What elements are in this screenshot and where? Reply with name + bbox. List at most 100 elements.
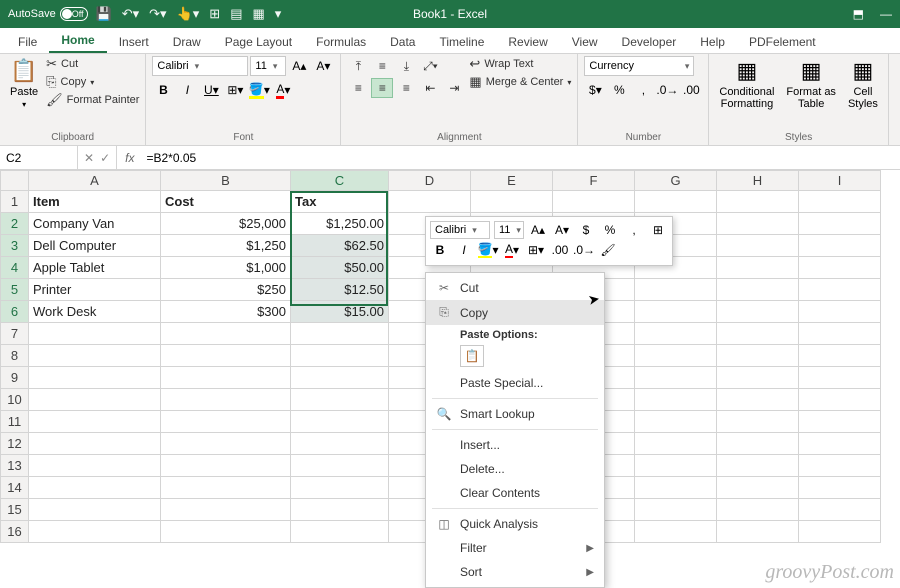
cell[interactable]: $250 [161, 279, 291, 301]
cell[interactable] [291, 499, 389, 521]
cell[interactable]: $12.50 [291, 279, 389, 301]
context-clear-contents[interactable]: Clear Contents [426, 481, 604, 505]
cell[interactable] [635, 367, 717, 389]
orientation-icon[interactable]: ⤢▾ [419, 56, 441, 76]
align-right-icon[interactable]: ≡ [395, 78, 417, 98]
cell[interactable] [635, 301, 717, 323]
align-middle-icon[interactable]: ≡ [371, 56, 393, 76]
redo-icon[interactable]: ↷▾ [149, 6, 166, 22]
mini-fill-icon[interactable]: 🪣▾ [478, 241, 498, 259]
row-header[interactable]: 5 [1, 279, 29, 301]
cell[interactable] [161, 521, 291, 543]
cell[interactable] [799, 191, 881, 213]
qat-more-icon[interactable]: ▾ [275, 6, 282, 22]
row-header[interactable]: 10 [1, 389, 29, 411]
tab-data[interactable]: Data [378, 31, 427, 53]
row-header[interactable]: 9 [1, 367, 29, 389]
cell[interactable] [799, 279, 881, 301]
tab-formulas[interactable]: Formulas [304, 31, 378, 53]
cell-styles-button[interactable]: ▦Cell Styles [844, 56, 882, 130]
cell[interactable] [291, 455, 389, 477]
enter-formula-icon[interactable]: ✓ [100, 151, 110, 165]
col-header-d[interactable]: D [389, 171, 471, 191]
cut-button[interactable]: ✂Cut [46, 56, 139, 72]
mini-bold-icon[interactable]: B [430, 241, 450, 259]
cell[interactable] [161, 477, 291, 499]
row-header[interactable]: 14 [1, 477, 29, 499]
col-header-e[interactable]: E [471, 171, 553, 191]
cell[interactable] [717, 367, 799, 389]
cell[interactable] [161, 433, 291, 455]
cell[interactable] [717, 521, 799, 543]
cell[interactable] [717, 213, 799, 235]
select-all-corner[interactable] [1, 171, 29, 191]
tab-timeline[interactable]: Timeline [427, 31, 496, 53]
mini-comma-icon[interactable]: , [624, 221, 644, 239]
align-left-icon[interactable]: ≡ [347, 78, 369, 98]
cell[interactable] [635, 521, 717, 543]
touch-icon[interactable]: 👆▾ [177, 6, 200, 22]
context-smart-lookup[interactable]: 🔍Smart Lookup [426, 402, 604, 426]
cell[interactable] [29, 455, 161, 477]
formula-input[interactable]: =B2*0.05 [142, 151, 200, 165]
mini-decrease-font-icon[interactable]: A▾ [552, 221, 572, 239]
cell[interactable]: $15.00 [291, 301, 389, 323]
wrap-text-button[interactable]: ↩Wrap Text [469, 56, 571, 72]
cell[interactable] [291, 389, 389, 411]
context-filter[interactable]: Filter▶ [426, 536, 604, 560]
tab-help[interactable]: Help [688, 31, 737, 53]
col-header-b[interactable]: B [161, 171, 291, 191]
tab-developer[interactable]: Developer [610, 31, 689, 53]
context-delete[interactable]: Delete... [426, 457, 604, 481]
copy-button[interactable]: ⎘Copy▾ [46, 74, 139, 90]
cell[interactable]: Item [29, 191, 161, 213]
mini-font-select[interactable]: Calibri▾ [430, 221, 490, 239]
decrease-font-icon[interactable]: A▾ [312, 56, 334, 76]
cell[interactable]: $1,250 [161, 235, 291, 257]
row-header[interactable]: 1 [1, 191, 29, 213]
cell[interactable] [291, 411, 389, 433]
row-header[interactable]: 15 [1, 499, 29, 521]
col-header-c[interactable]: C [291, 171, 389, 191]
cell[interactable] [389, 191, 471, 213]
format-as-table-button[interactable]: ▦Format as Table [782, 56, 840, 130]
cell[interactable] [717, 257, 799, 279]
cell[interactable] [29, 323, 161, 345]
cell[interactable] [291, 521, 389, 543]
row-header[interactable]: 2 [1, 213, 29, 235]
cell[interactable] [291, 433, 389, 455]
cell[interactable] [29, 433, 161, 455]
cell[interactable] [717, 389, 799, 411]
cell[interactable] [291, 367, 389, 389]
bold-button[interactable]: B [152, 80, 174, 100]
cancel-formula-icon[interactable]: ✕ [84, 151, 94, 165]
row-header[interactable]: 7 [1, 323, 29, 345]
context-copy[interactable]: ⎘Copy [426, 300, 604, 325]
ribbon-options-icon[interactable]: ⬒ [853, 7, 864, 21]
cell[interactable] [717, 477, 799, 499]
row-header[interactable]: 11 [1, 411, 29, 433]
percent-format-icon[interactable]: % [608, 80, 630, 100]
cell[interactable]: Company Van [29, 213, 161, 235]
row-header[interactable]: 13 [1, 455, 29, 477]
cell[interactable] [717, 301, 799, 323]
decrease-decimal-icon[interactable]: .00 [680, 80, 702, 100]
cell[interactable] [799, 521, 881, 543]
tab-page-layout[interactable]: Page Layout [213, 31, 304, 53]
cell[interactable]: $300 [161, 301, 291, 323]
cell[interactable] [799, 455, 881, 477]
cell[interactable]: $62.50 [291, 235, 389, 257]
increase-indent-icon[interactable]: ⇥ [443, 78, 465, 98]
row-header[interactable]: 8 [1, 345, 29, 367]
context-sort[interactable]: Sort▶ [426, 560, 604, 584]
mini-accounting-icon[interactable]: $ [576, 221, 596, 239]
font-name-select[interactable]: Calibri▾ [152, 56, 248, 76]
cell[interactable] [29, 477, 161, 499]
cell[interactable] [717, 279, 799, 301]
col-header-g[interactable]: G [635, 171, 717, 191]
cell[interactable] [635, 455, 717, 477]
cell[interactable] [471, 191, 553, 213]
cell[interactable] [635, 345, 717, 367]
cell[interactable] [799, 345, 881, 367]
cell[interactable] [29, 411, 161, 433]
